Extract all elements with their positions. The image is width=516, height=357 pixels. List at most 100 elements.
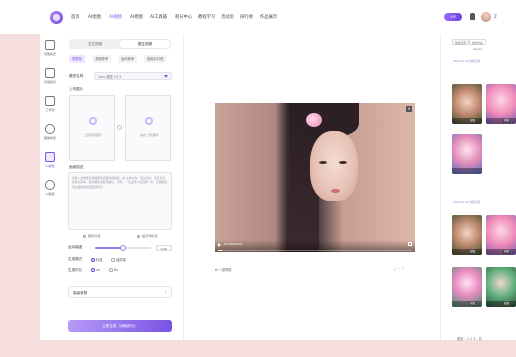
- vip-badge[interactable]: VIP: [444, 13, 462, 21]
- model-select[interactable]: Vidu 模型 V1.5: [94, 72, 172, 80]
- app-logo[interactable]: [50, 11, 63, 24]
- video-progress-fill: [218, 249, 222, 251]
- sidebar-item-label: AI视频: [45, 164, 55, 168]
- grid-icon: [45, 40, 55, 50]
- mode-standard-radio[interactable]: 标准: [91, 257, 103, 262]
- thumb-badge: 视频: [469, 119, 477, 123]
- duration-4s-radio[interactable]: 4s: [91, 268, 100, 272]
- gallery-pagination[interactable]: 首页 ‹ 1 2 3 › 共: [457, 336, 482, 341]
- subtab-motion-ref[interactable]: 运动参考: [118, 55, 138, 63]
- gallery-thumb[interactable]: 视频: [486, 215, 516, 255]
- random-inspiration-button[interactable]: 随机灵感: [83, 233, 100, 239]
- sidebar-item-label: 工作流: [45, 108, 55, 112]
- nav-item-ai-draw[interactable]: AI绘图: [88, 14, 101, 20]
- upload-last-frame[interactable]: 请先上传首帧: [125, 95, 171, 161]
- play-icon[interactable]: [218, 243, 221, 247]
- motion-slider-thumb[interactable]: [120, 245, 126, 251]
- history-gallery: 生成记录 我的作品 Recent 2024-11-20 生成记录 视频 视频 2…: [443, 34, 516, 341]
- sidebar-item-advanced[interactable]: 高级模式: [40, 66, 60, 90]
- gallery-tab-works[interactable]: 我的作品: [469, 39, 486, 45]
- mode-label: 生成模式: [68, 257, 83, 261]
- sidebar-item-workflow[interactable]: 工作流: [40, 94, 60, 118]
- nav-item-events[interactable]: 活动页: [221, 14, 234, 20]
- nav-item-ranking[interactable]: 排行榜: [240, 14, 253, 20]
- chevron-right-icon: ›: [165, 290, 167, 296]
- advanced-params-label: 高级参数: [73, 291, 88, 295]
- gallery-thumb[interactable]: 视频: [486, 267, 516, 307]
- duration-8s-label: 8s: [114, 268, 118, 272]
- subtab-multi-image[interactable]: 多图参考: [92, 55, 112, 63]
- nav-item-ai-toolbox[interactable]: AI工具箱: [150, 14, 167, 20]
- upload-icon: [145, 117, 153, 125]
- fullscreen-icon[interactable]: [408, 242, 412, 246]
- sub-tabs: 首尾帧 多图参考 运动参考 视频对口型: [69, 55, 173, 63]
- duration-4s-label: 4s: [96, 268, 100, 272]
- same-style-link[interactable]: ⧉ 一键同款: [215, 267, 232, 272]
- mode-standard-label: 标准: [96, 258, 103, 262]
- advanced-params-toggle[interactable]: 高级参数 ›: [68, 286, 172, 298]
- close-icon[interactable]: ×: [406, 106, 412, 112]
- gallery-tab-history[interactable]: 生成记录: [452, 39, 469, 45]
- thumb-badge: 视频: [469, 302, 477, 306]
- audio-icon: [45, 180, 55, 190]
- gallery-thumb[interactable]: 视频: [452, 84, 482, 124]
- nav-item-ai-video[interactable]: AI视频: [109, 14, 122, 20]
- sidebar-item-ai-video[interactable]: AI视频: [40, 150, 60, 174]
- nav-right-text[interactable]: Z: [494, 14, 497, 19]
- mode-segmented-control: 文生视频 图生视频: [69, 39, 171, 49]
- nav-item-home[interactable]: 首页: [71, 14, 80, 20]
- model-select-value: Vidu 模型 V1.5: [98, 75, 122, 79]
- tab-image-to-video[interactable]: 图生视频: [120, 40, 170, 48]
- swap-icon[interactable]: [117, 125, 122, 130]
- preview-panel: × 00:00/00:05 ⧉ 一键同款 ⤓ ··· ♡: [183, 34, 441, 340]
- thumb-badge: 视频: [503, 119, 511, 123]
- nav-item-showcase[interactable]: 作品展示: [260, 14, 277, 20]
- motion-slider[interactable]: [95, 245, 151, 251]
- mode-high-quality-radio[interactable]: 高质量: [111, 257, 126, 262]
- sidebar-item-ai-audio[interactable]: AI音频: [40, 178, 60, 202]
- nav-item-tutorials[interactable]: 教程学习: [198, 14, 215, 20]
- thumb-badge: 视频: [469, 250, 477, 254]
- generate-button[interactable]: 立即生成（消耗积分）: [68, 320, 172, 332]
- thumb-badge: 视频: [503, 302, 511, 306]
- tab-text-to-video[interactable]: 文生视频: [70, 40, 120, 48]
- optimize-prompt-button[interactable]: 提示词优化: [137, 233, 157, 239]
- prompt-textarea[interactable]: 请输入你想要生成视频的画面内容描述，如:主体动作、镜头运动、光影变化、情绪氛围等…: [68, 172, 172, 230]
- video-time: 00:00/00:05: [224, 242, 243, 246]
- upload-label: 上传图片: [69, 87, 84, 91]
- top-navigation: 首页 AI绘图 AI视频 AI修图 AI工具箱 积分中心 教程学习 活动页 排行…: [0, 0, 516, 34]
- video-controls: 00:00/00:05: [215, 240, 415, 252]
- prompt-label: 画面描述: [69, 165, 84, 169]
- video-player[interactable]: × 00:00/00:05: [215, 103, 415, 252]
- upload-first-frame[interactable]: 上传首帧图片: [69, 95, 115, 161]
- avatar[interactable]: [481, 12, 491, 22]
- upload-last-label: 请先上传首帧: [139, 133, 159, 137]
- generation-form-panel: 文生视频 图生视频 首尾帧 多图参考 运动参考 视频对口型 模型名称 Vidu …: [61, 34, 179, 340]
- subtab-lip-sync[interactable]: 视频对口型: [144, 55, 167, 63]
- sidebar-item-smart[interactable]: 智能模式: [40, 38, 60, 62]
- app-page: 首页 AI绘图 AI视频 AI修图 AI工具箱 积分中心 教程学习 活动页 排行…: [0, 0, 516, 357]
- gallery-thumb[interactable]: 视频: [486, 84, 516, 124]
- model-label: 模型名称: [69, 74, 84, 78]
- motion-value-field[interactable]: 0.50: [156, 245, 172, 251]
- bell-icon[interactable]: [470, 13, 475, 20]
- video-progress-bar[interactable]: [218, 249, 412, 251]
- gallery-thumb[interactable]: 视频: [452, 215, 482, 255]
- gallery-thumb[interactable]: [452, 134, 482, 174]
- mode-high-quality-label: 高质量: [116, 258, 126, 262]
- preview-actions[interactable]: ⤓ ··· ♡: [394, 267, 405, 271]
- nav-item-ai-retouch[interactable]: AI修图: [130, 14, 143, 20]
- gallery-thumb[interactable]: 视频: [452, 267, 482, 307]
- nav-item-points[interactable]: 积分中心: [175, 14, 192, 20]
- video-flower-shape: [306, 113, 322, 127]
- video-eye-shape: [319, 161, 327, 164]
- thumb-badge: 视频: [503, 250, 511, 254]
- sidebar-item-repair[interactable]: 图像修复: [40, 122, 60, 146]
- sparkle-icon: [137, 234, 140, 238]
- gallery-top-note: Recent: [473, 47, 483, 51]
- subtab-first-last-frame[interactable]: 首尾帧: [69, 55, 85, 63]
- upload-first-label: 上传首帧图片: [83, 133, 103, 137]
- gallery-section-heading: 2024-11-19 生成记录: [453, 200, 481, 204]
- gallery-section-heading: 2024-11-20 生成记录: [453, 59, 481, 63]
- duration-8s-radio[interactable]: 8s: [109, 268, 118, 272]
